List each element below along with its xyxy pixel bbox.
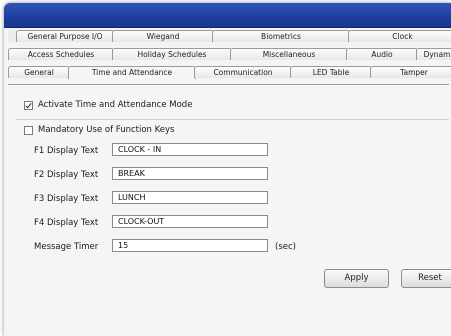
f2-display-text-input[interactable]: BREAK [112, 167, 268, 180]
tab-tamper[interactable]: Tamper [370, 66, 451, 78]
apply-button[interactable]: Apply [324, 269, 389, 288]
tab-row-1: General Purpose I/O Wiegand Biometrics C… [8, 30, 451, 42]
time-attendance-panel: Activate Time and Attendance Mode Mandat… [8, 84, 449, 335]
divider [16, 119, 449, 120]
f3-display-text-input[interactable]: LUNCH [112, 191, 268, 204]
f3-label: F3 Display Text [34, 194, 99, 204]
f4-display-text-input[interactable]: CLOCK-OUT [112, 215, 268, 228]
tab-audio[interactable]: Audio [346, 48, 418, 60]
tab-time-and-attendance[interactable]: Time and Attendance [68, 66, 196, 79]
title-bar [4, 3, 451, 28]
message-timer-input[interactable]: 15 [112, 239, 268, 252]
f1-display-text-input[interactable]: CLOCK - IN [112, 143, 268, 156]
timer-unit-label: (sec) [275, 242, 296, 252]
tab-row-2: Access Schedules Holiday Schedules Misce… [8, 48, 451, 60]
tab-communication[interactable]: Communication [194, 66, 292, 78]
tab-holiday-schedules[interactable]: Holiday Schedules [112, 48, 232, 60]
tab-general[interactable]: General [8, 66, 70, 78]
activate-ta-row[interactable]: Activate Time and Attendance Mode [24, 100, 192, 110]
f1-label: F1 Display Text [34, 146, 99, 156]
tab-biometrics[interactable]: Biometrics [212, 30, 350, 42]
f2-label: F2 Display Text [34, 170, 99, 180]
message-timer-label: Message Timer [34, 242, 99, 252]
tab-row-3: General Time and Attendance Communicatio… [8, 66, 451, 79]
tab-wiegand[interactable]: Wiegand [112, 30, 214, 42]
mandatory-keys-row[interactable]: Mandatory Use of Function Keys [24, 125, 174, 135]
tab-dynamic[interactable]: Dynam [416, 48, 451, 60]
tab-general-purpose-io[interactable]: General Purpose I/O [16, 30, 114, 42]
activate-ta-label: Activate Time and Attendance Mode [38, 100, 193, 110]
tab-led-table[interactable]: LED Table [290, 66, 372, 78]
tab-clock[interactable]: Clock [348, 30, 451, 42]
tab-access-schedules[interactable]: Access Schedules [8, 48, 114, 60]
mandatory-keys-checkbox[interactable] [24, 125, 33, 135]
mandatory-keys-label: Mandatory Use of Function Keys [38, 125, 175, 135]
activate-ta-checkbox[interactable] [24, 100, 33, 110]
tab-miscellaneous[interactable]: Miscellaneous [230, 48, 348, 60]
f4-label: F4 Display Text [34, 218, 99, 228]
reset-button[interactable]: Reset [401, 269, 451, 288]
